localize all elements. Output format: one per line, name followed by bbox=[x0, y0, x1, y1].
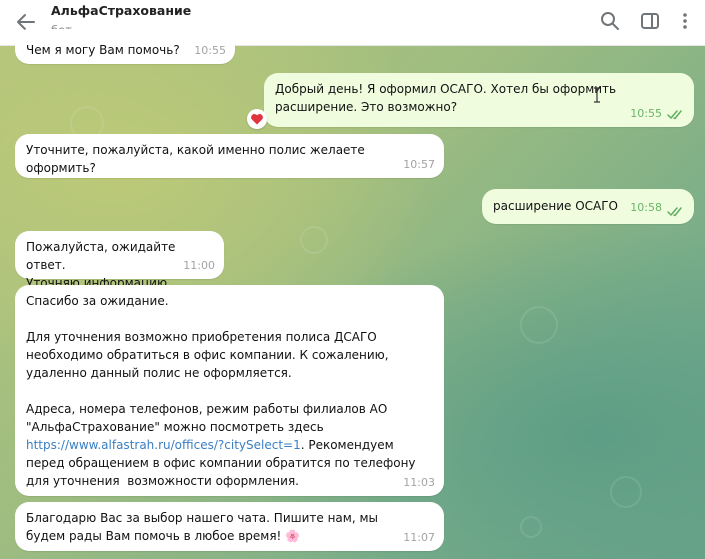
message-time: 11:07 bbox=[403, 531, 435, 544]
message-outgoing[interactable]: Добрый день! Я оформил ОСАГО. Хотел бы о… bbox=[264, 73, 694, 127]
message-time: 10:58 bbox=[630, 201, 662, 214]
message-paragraph: Адреса, номера телефонов, режим работы ф… bbox=[26, 400, 433, 490]
message-text: Уточните, пожалуйста, какой именно полис… bbox=[26, 143, 369, 175]
message-incoming[interactable]: Благодарю Вас за выбор нашего чата. Пиши… bbox=[15, 502, 444, 551]
message-text-segment: Адреса, номера телефонов, режим работы ф… bbox=[26, 402, 392, 434]
message-time: 11:03 bbox=[403, 476, 435, 489]
message-time: 10:55 bbox=[630, 107, 662, 120]
message-incoming[interactable]: Уточните, пожалуйста, какой именно полис… bbox=[15, 134, 444, 178]
heart-reaction-icon[interactable] bbox=[247, 109, 267, 129]
flower-emoji-icon: 🌸 bbox=[285, 529, 301, 543]
message-time: 11:00 bbox=[183, 259, 215, 272]
chat-title[interactable]: АльфаСтрахование bbox=[51, 3, 191, 18]
double-check-icon bbox=[667, 110, 682, 120]
message-paragraph: Для уточнения возможно приобретения поли… bbox=[26, 330, 393, 380]
message-paragraph: Спасибо за ожидание. bbox=[26, 294, 169, 308]
message-text: Добрый день! Я оформил ОСАГО. Хотел бы о… bbox=[275, 82, 620, 114]
message-time: 10:55 bbox=[194, 44, 226, 57]
message-text: Благодарю Вас за выбор нашего чата. Пиши… bbox=[26, 511, 382, 543]
search-icon[interactable] bbox=[599, 10, 621, 32]
sidebar-toggle-icon[interactable] bbox=[639, 10, 661, 32]
message-outgoing[interactable]: расширение ОСАГО 10:58 bbox=[482, 189, 694, 224]
text-cursor-icon bbox=[594, 87, 600, 103]
more-vertical-icon[interactable] bbox=[674, 10, 696, 32]
message-incoming[interactable]: Спасибо за ожидание. Для уточнения возмо… bbox=[15, 285, 444, 496]
message-incoming[interactable]: Чем я могу Вам помочь? 10:55 bbox=[15, 29, 235, 64]
message-time: 10:57 bbox=[403, 158, 435, 171]
message-incoming[interactable]: Пожалуйста, ожидайте ответ. Уточняю инфо… bbox=[15, 231, 224, 290]
double-check-icon bbox=[667, 207, 682, 217]
office-link[interactable]: https://www.alfastrah.ru/offices/?citySe… bbox=[26, 438, 301, 452]
